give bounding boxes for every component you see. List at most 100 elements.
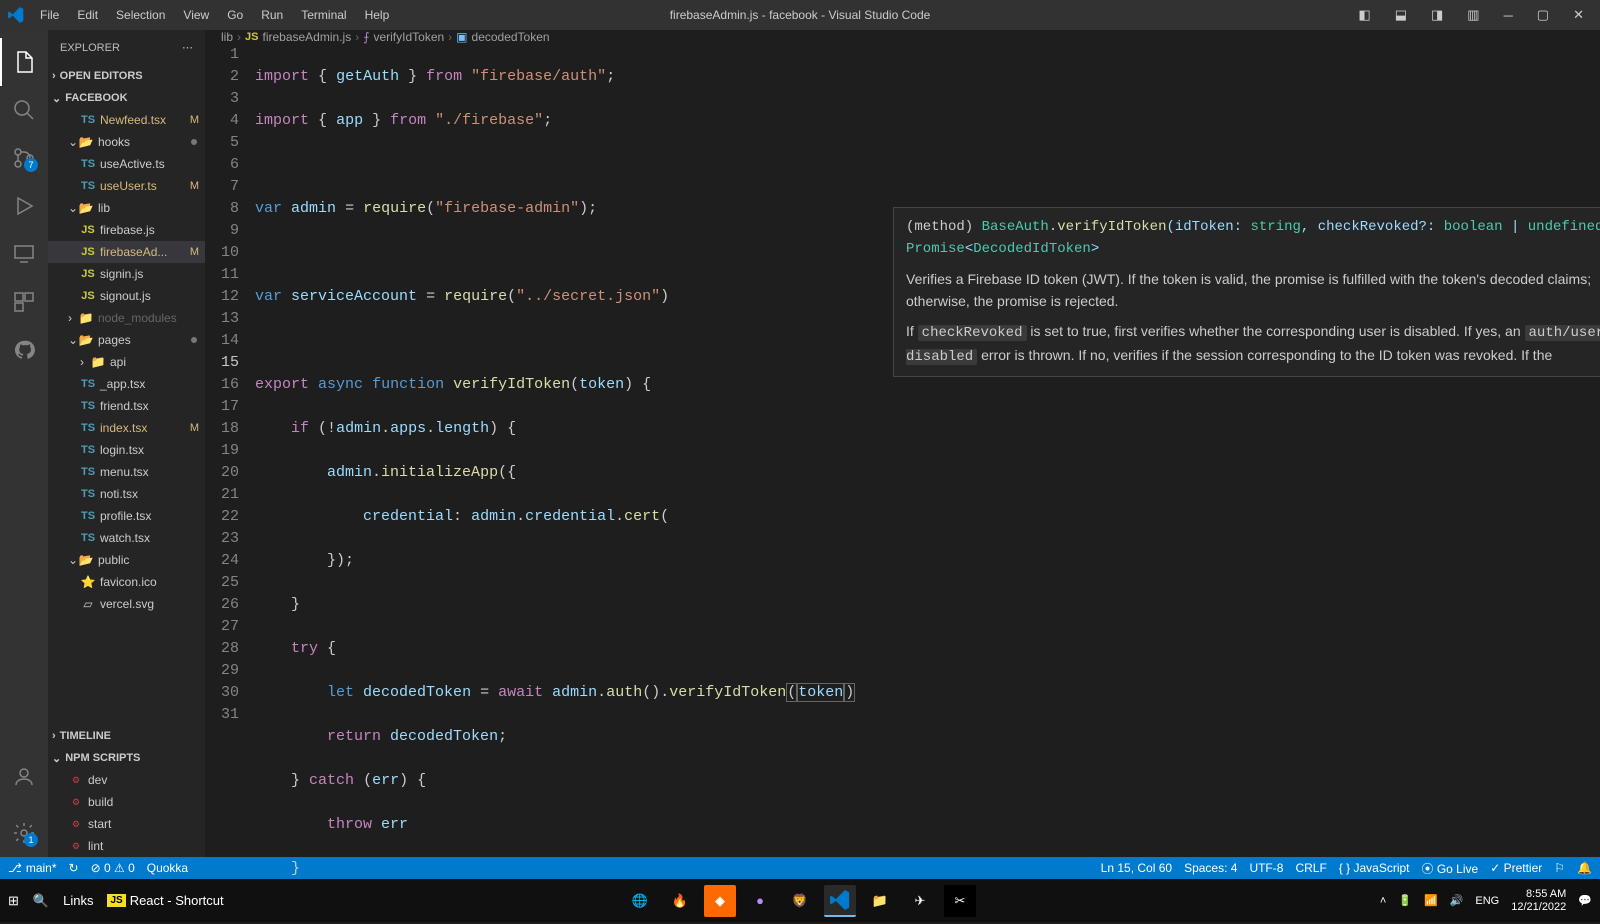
layout-customize-icon[interactable]: ▥: [1459, 3, 1487, 27]
activity-extensions[interactable]: [0, 278, 48, 326]
window-close-icon[interactable]: ✕: [1565, 3, 1592, 27]
activity-search[interactable]: [0, 86, 48, 134]
npm-script-dev[interactable]: ⚙dev: [48, 769, 205, 791]
sidebar-title: EXPLORER: [60, 42, 120, 54]
breadcrumb-var[interactable]: decodedToken: [472, 30, 550, 44]
tooltip-desc2: If checkRevoked is set to true, first ve…: [906, 320, 1600, 368]
debug-icon: [12, 194, 36, 218]
npm-script-lint[interactable]: ⚙lint: [48, 835, 205, 857]
taskbar-vscode[interactable]: [824, 885, 856, 917]
tree-item-public[interactable]: ⌄📂public: [48, 549, 205, 571]
activity-bar: 7 1: [0, 30, 48, 857]
tree-item-firebasead---[interactable]: JSfirebaseAd...M: [48, 241, 205, 263]
sidebar-more-icon[interactable]: ⋯: [182, 41, 193, 54]
file-tree: TSNewfeed.tsxM⌄📂hooksTSuseActive.tsTSuse…: [48, 109, 205, 725]
tree-item-lib[interactable]: ⌄📂lib: [48, 197, 205, 219]
tree-item-index-tsx[interactable]: TSindex.tsxM: [48, 417, 205, 439]
taskbar-explorer[interactable]: 📁: [864, 885, 896, 917]
layout-toggle-panel-icon[interactable]: ⬓: [1387, 3, 1415, 27]
layout-toggle-sidebar-icon[interactable]: ◧: [1350, 3, 1378, 27]
status-branch[interactable]: ⎇ main*: [8, 861, 57, 875]
taskbar-brave[interactable]: 🦁: [784, 885, 816, 917]
breadcrumb[interactable]: lib› JS firebaseAdmin.js› ⨍ verifyIdToke…: [205, 30, 1600, 44]
tree-item-signout-js[interactable]: JSsignout.js: [48, 285, 205, 307]
start-button[interactable]: ⊞: [8, 893, 19, 909]
status-quokka[interactable]: Quokka: [147, 861, 188, 875]
menu-terminal[interactable]: Terminal: [293, 4, 354, 26]
tree-item-vercel-svg[interactable]: ▱vercel.svg: [48, 593, 205, 615]
section-timeline[interactable]: ›TIMELINE: [48, 725, 205, 747]
layout-toggle-secondary-icon[interactable]: ◨: [1423, 3, 1451, 27]
vscode-logo-icon: [8, 7, 24, 23]
activity-accounts[interactable]: [0, 753, 48, 801]
menu-selection[interactable]: Selection: [108, 4, 173, 26]
taskbar-app2[interactable]: 🔥: [664, 885, 696, 917]
status-problems[interactable]: ⊘ 0 ⚠ 0: [91, 861, 135, 875]
activity-remote[interactable]: [0, 230, 48, 278]
tree-item-hooks[interactable]: ⌄📂hooks: [48, 131, 205, 153]
taskbar-links[interactable]: Links: [63, 893, 93, 908]
tree-item-profile-tsx[interactable]: TSprofile.tsx: [48, 505, 205, 527]
tree-item-watch-tsx[interactable]: TSwatch.tsx: [48, 527, 205, 549]
npm-script-build[interactable]: ⚙build: [48, 791, 205, 813]
tree-item-favicon-ico[interactable]: ⭐favicon.ico: [48, 571, 205, 593]
tree-item-firebase-js[interactable]: JSfirebase.js: [48, 219, 205, 241]
menu-file[interactable]: File: [32, 4, 67, 26]
taskbar-apps: 🌐 🔥 ◆ ● 🦁 📁 ✈ ✂: [624, 885, 976, 917]
section-npm-scripts[interactable]: ⌄NPM SCRIPTS: [48, 747, 205, 769]
tree-item-node-modules[interactable]: ›📁node_modules: [48, 307, 205, 329]
editor-area: TSindex.tsxMJSfirebaseAdmin.jsM×{}secret…: [205, 30, 1600, 857]
tree-item-signin-js[interactable]: JSsignin.js: [48, 263, 205, 285]
menu-run[interactable]: Run: [253, 4, 291, 26]
taskbar-capcut[interactable]: ✂: [944, 885, 976, 917]
menu-view[interactable]: View: [175, 4, 217, 26]
github-icon: [13, 339, 35, 361]
tree-item-noti-tsx[interactable]: TSnoti.tsx: [48, 483, 205, 505]
window-maximize-icon[interactable]: ▢: [1529, 3, 1557, 27]
taskbar-chrome[interactable]: 🌐: [624, 885, 656, 917]
menu-edit[interactable]: Edit: [69, 4, 106, 26]
activity-github[interactable]: [0, 326, 48, 374]
title-bar: File Edit Selection View Go Run Terminal…: [0, 0, 1600, 30]
files-icon: [13, 50, 37, 74]
scm-badge: 7: [24, 158, 38, 172]
code-content[interactable]: import { getAuth } from "firebase/auth";…: [255, 44, 1600, 924]
tree-item-friend-tsx[interactable]: TSfriend.tsx: [48, 395, 205, 417]
window-title: firebaseAdmin.js - facebook - Visual Stu…: [670, 8, 931, 22]
variable-icon: ▣: [456, 30, 467, 44]
menu-bar: File Edit Selection View Go Run Terminal…: [32, 4, 397, 26]
tree-item-api[interactable]: ›📁api: [48, 351, 205, 373]
tree-item-menu-tsx[interactable]: TSmenu.tsx: [48, 461, 205, 483]
tree-item-useactive-ts[interactable]: TSuseActive.ts: [48, 153, 205, 175]
activity-scm[interactable]: 7: [0, 134, 48, 182]
taskbar-search-icon[interactable]: 🔍: [33, 893, 49, 909]
extensions-icon: [12, 290, 36, 314]
line-gutter: 1234567891011121314151617181920212223242…: [205, 44, 255, 924]
window-minimize-icon[interactable]: ─: [1496, 4, 1521, 27]
menu-go[interactable]: Go: [219, 4, 251, 26]
tooltip-desc1: Verifies a Firebase ID token (JWT). If t…: [906, 268, 1600, 312]
tree-item-useuser-ts[interactable]: TSuseUser.tsM: [48, 175, 205, 197]
breadcrumb-lib[interactable]: lib: [221, 30, 233, 44]
taskbar-app3[interactable]: ◆: [704, 885, 736, 917]
tree-item-newfeed-tsx[interactable]: TSNewfeed.tsxM: [48, 109, 205, 131]
tree-item-login-tsx[interactable]: TSlogin.tsx: [48, 439, 205, 461]
tree-item-pages[interactable]: ⌄📂pages: [48, 329, 205, 351]
editor-body[interactable]: 1234567891011121314151617181920212223242…: [205, 44, 1600, 924]
account-icon: [12, 765, 36, 789]
npm-script-start[interactable]: ⚙start: [48, 813, 205, 835]
tree-item--app-tsx[interactable]: TS_app.tsx: [48, 373, 205, 395]
taskbar-telegram[interactable]: ✈: [904, 885, 936, 917]
status-sync[interactable]: ↻: [69, 861, 79, 875]
breadcrumb-file[interactable]: firebaseAdmin.js: [262, 30, 351, 44]
section-open-editors[interactable]: ›OPEN EDITORS: [48, 65, 205, 87]
remote-icon: [12, 242, 36, 266]
menu-help[interactable]: Help: [357, 4, 398, 26]
breadcrumb-fn[interactable]: verifyIdToken: [373, 30, 444, 44]
sidebar-explorer: EXPLORER ⋯ ›OPEN EDITORS ⌄FACEBOOK TSNew…: [48, 30, 205, 857]
section-root[interactable]: ⌄FACEBOOK: [48, 87, 205, 109]
activity-explorer[interactable]: [0, 38, 48, 86]
activity-settings[interactable]: 1: [0, 809, 48, 857]
activity-debug[interactable]: [0, 182, 48, 230]
taskbar-github-desktop[interactable]: ●: [744, 885, 776, 917]
